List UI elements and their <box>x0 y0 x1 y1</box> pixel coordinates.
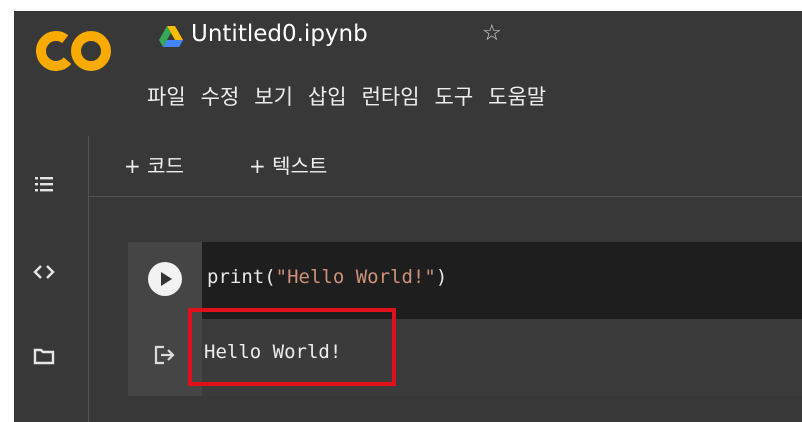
output-text: Hello World! <box>204 341 342 363</box>
left-sidebar <box>14 136 89 422</box>
menu-help[interactable]: 도움말 <box>488 82 546 112</box>
code-paren-open: ( <box>264 266 276 288</box>
code-string: "Hello World!" <box>275 266 436 288</box>
menu-tools[interactable]: 도구 <box>435 82 474 112</box>
add-code-button[interactable]: + 코드 <box>124 150 184 179</box>
run-cell-button[interactable] <box>148 262 182 296</box>
colab-logo[interactable] <box>36 29 116 73</box>
files-icon[interactable] <box>32 344 56 368</box>
menu-insert[interactable]: 삽입 <box>308 82 347 112</box>
notebook-toolbar: + 코드 + 텍스트 <box>89 136 802 197</box>
play-icon <box>161 272 172 286</box>
menu-runtime[interactable]: 런타임 <box>362 82 420 112</box>
menu-edit[interactable]: 수정 <box>201 82 240 112</box>
code-snippets-icon[interactable] <box>32 260 56 284</box>
output-actions-icon[interactable] <box>152 343 178 367</box>
menu-bar: 파일 수정 보기 삽입 런타임 도구 도움말 <box>147 82 546 112</box>
code-paren-close: ) <box>435 266 448 288</box>
table-of-contents-icon[interactable] <box>32 172 56 196</box>
colab-window: Untitled0.ipynb ☆ 파일 수정 보기 삽입 런타임 도구 도움말… <box>14 11 802 422</box>
star-icon[interactable]: ☆ <box>482 21 502 46</box>
cell-gutter <box>128 242 202 396</box>
menu-view[interactable]: 보기 <box>254 82 293 112</box>
code-cell[interactable]: print("Hello World!") Hello World! <box>128 242 802 396</box>
cell-output: Hello World! <box>202 319 802 396</box>
notebook-title[interactable]: Untitled0.ipynb <box>191 21 368 47</box>
google-drive-icon <box>159 26 183 47</box>
code-editor[interactable]: print("Hello World!") <box>202 242 802 319</box>
menu-file[interactable]: 파일 <box>147 82 186 112</box>
code-line: print("Hello World!") <box>207 266 447 288</box>
code-function: print <box>207 266 265 288</box>
add-text-button[interactable]: + 텍스트 <box>249 150 327 179</box>
